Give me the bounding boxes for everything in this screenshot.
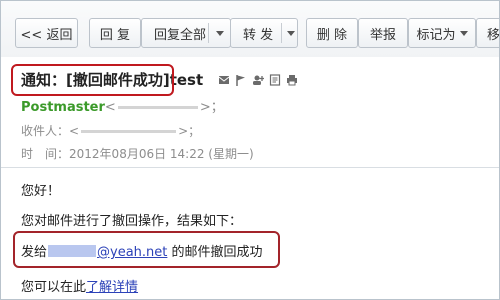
flag-icon[interactable] [235, 71, 247, 86]
redacted-recipient-address [81, 130, 177, 133]
reply-all-button[interactable]: 回复全部 [141, 18, 231, 48]
recipient-row: 收件人：< >； [21, 122, 200, 139]
reply-button[interactable]: 回 复 [89, 18, 141, 48]
divider [281, 23, 282, 43]
detail-link[interactable]: 了解详情 [86, 280, 138, 295]
divider [208, 23, 209, 43]
header-action-icons [218, 71, 298, 86]
recipient-address-close: >； [178, 124, 201, 138]
sender-row: Postmaster< >； [21, 96, 224, 115]
reply-all-dropdown-icon[interactable] [216, 31, 224, 36]
header-divider [1, 167, 499, 168]
recipient-address-open: < [69, 124, 80, 138]
detail-prefix: 您可以在此 [21, 280, 87, 295]
report-button[interactable]: 举报 [358, 18, 408, 48]
mail-view: << 返回 回 复 回复全部 转 发 删 除 举报 标记为 移 通知：[撤回邮件… [0, 0, 500, 300]
time-value: 2012年08月06日 14:22 (星期一) [69, 147, 254, 161]
toolbar: << 返回 回 复 回复全部 转 发 删 除 举报 标记为 移 [1, 1, 499, 57]
time-label: 时 间： [21, 147, 70, 161]
sender-address-close: >； [199, 100, 224, 115]
forward-button[interactable]: 转 发 [230, 18, 298, 48]
time-row: 时 间：2012年08月06日 14:22 (星期一) [21, 145, 254, 162]
recipient-label: 收件人： [21, 124, 70, 138]
redacted-sender-address [117, 106, 198, 109]
back-button[interactable]: << 返回 [15, 18, 78, 48]
move-button[interactable]: 移 [476, 18, 499, 48]
print-icon[interactable] [286, 71, 298, 86]
mail-status-icon[interactable] [218, 71, 230, 84]
sender-name[interactable]: Postmaster [21, 100, 105, 115]
detail-line: 您可以在此了解详情 [21, 276, 138, 295]
note-icon[interactable] [269, 71, 281, 86]
intro-text: 您对邮件进行了撤回操作，结果如下： [21, 214, 243, 229]
greeting: 您好！ [21, 184, 61, 199]
delete-button[interactable]: 删 除 [306, 18, 358, 48]
sender-address-open: < [104, 100, 116, 115]
mark-as-button[interactable]: 标记为 [408, 18, 476, 48]
subject-highlight-annotation [11, 64, 174, 96]
result-highlight-annotation [13, 231, 280, 268]
mark-as-dropdown-icon [459, 30, 468, 36]
add-contact-icon[interactable] [252, 71, 264, 85]
forward-dropdown-icon[interactable] [287, 31, 295, 36]
